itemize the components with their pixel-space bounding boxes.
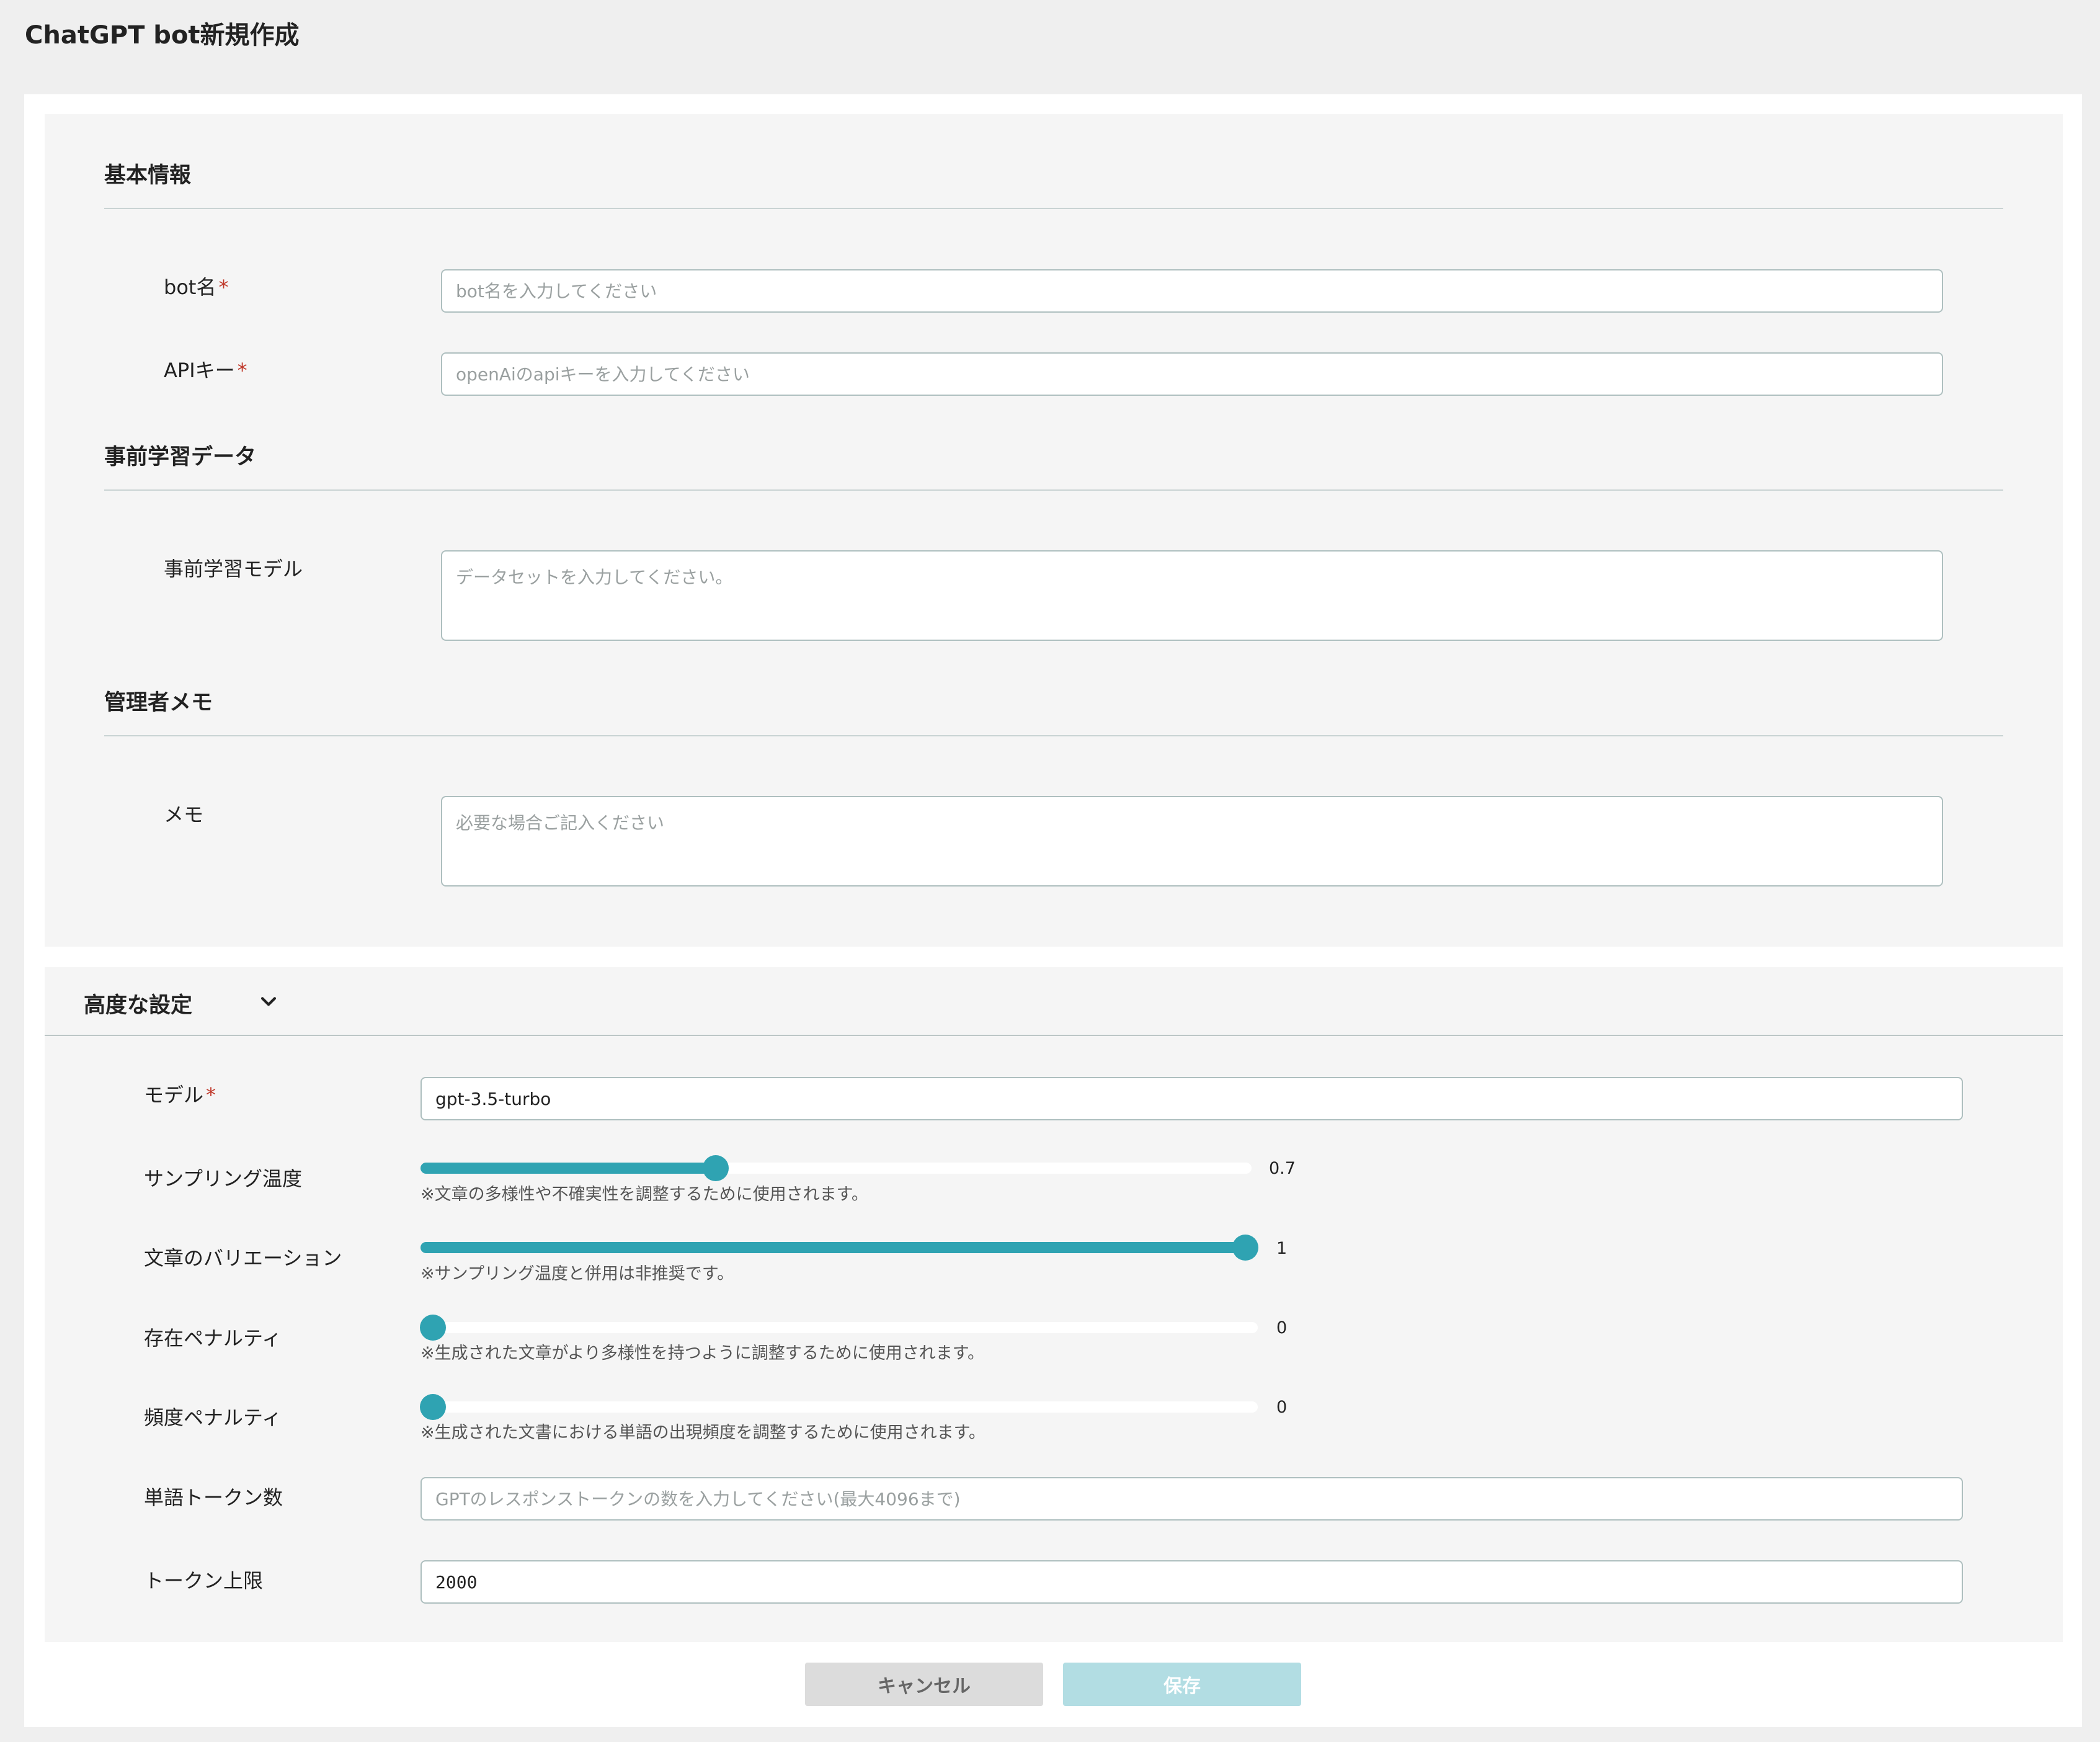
token-limit-label: トークン上限 [144, 1569, 264, 1592]
sampling-temperature-label: サンプリング温度 [144, 1167, 303, 1190]
text-variation-value: 1 [1276, 1239, 1288, 1258]
memo-textarea[interactable] [441, 796, 1943, 887]
frequency-penalty-value: 0 [1276, 1398, 1288, 1417]
chevron-down-icon[interactable] [258, 991, 279, 1012]
text-variation-label: 文章のバリエーション [144, 1246, 342, 1270]
cancel-button[interactable]: キャンセル [805, 1663, 1043, 1706]
sampling-temperature-slider[interactable] [420, 1155, 1252, 1181]
text-variation-slider[interactable] [420, 1235, 1258, 1261]
slider-fill [420, 1163, 716, 1174]
model-input[interactable] [420, 1077, 1963, 1120]
bot-name-input[interactable] [441, 269, 1943, 313]
section-title-pretraining: 事前学習データ [104, 445, 257, 470]
save-button[interactable]: 保存 [1063, 1663, 1301, 1706]
section-divider [104, 735, 2003, 736]
slider-thumb[interactable] [420, 1394, 446, 1420]
text-variation-help: ※サンプリング温度と併用は非推奨です。 [420, 1264, 734, 1284]
advanced-divider [45, 1035, 2063, 1036]
sampling-temperature-value: 0.7 [1269, 1159, 1296, 1178]
advanced-settings-toggle[interactable]: 高度な設定 [84, 988, 192, 1019]
api-key-input[interactable] [441, 352, 1943, 396]
advanced-settings-panel [45, 967, 2063, 1642]
frequency-penalty-help: ※生成された文書における単語の出現頻度を調整するために使用されます。 [420, 1423, 985, 1442]
required-mark: * [218, 275, 229, 299]
bot-name-label: bot名 * [164, 275, 229, 299]
frequency-penalty-slider[interactable] [420, 1394, 1258, 1420]
presence-penalty-label: 存在ペナルティ [144, 1326, 282, 1350]
section-divider [104, 489, 2003, 491]
slider-thumb[interactable] [420, 1315, 446, 1341]
presence-penalty-slider[interactable] [420, 1315, 1258, 1341]
word-tokens-label: 単語トークン数 [144, 1486, 283, 1509]
pretraining-model-label: 事前学習モデル [164, 557, 303, 581]
presence-penalty-help: ※生成された文章がより多様性を持つように調整するために使用されます。 [420, 1344, 985, 1363]
section-title-admin-memo: 管理者メモ [104, 690, 213, 715]
model-label: モデル * [144, 1083, 216, 1107]
token-limit-input[interactable] [420, 1560, 1963, 1604]
slider-fill [420, 1242, 1245, 1253]
memo-label: メモ [164, 803, 204, 826]
required-mark: * [237, 359, 247, 382]
slider-thumb[interactable] [703, 1155, 729, 1181]
section-divider [104, 208, 2003, 209]
page-title: ChatGPT bot新規作成 [25, 21, 300, 50]
frequency-penalty-label: 頻度ペナルティ [144, 1406, 282, 1429]
pretraining-model-textarea[interactable] [441, 550, 1943, 641]
api-key-label: APIキー * [164, 359, 247, 382]
required-mark: * [206, 1083, 216, 1107]
section-title-basic-info: 基本情報 [104, 163, 192, 188]
word-tokens-input[interactable] [420, 1477, 1963, 1521]
sampling-temperature-help: ※文章の多様性や不確実性を調整するために使用されます。 [420, 1185, 868, 1204]
slider-thumb[interactable] [1232, 1235, 1258, 1261]
presence-penalty-value: 0 [1276, 1318, 1288, 1338]
